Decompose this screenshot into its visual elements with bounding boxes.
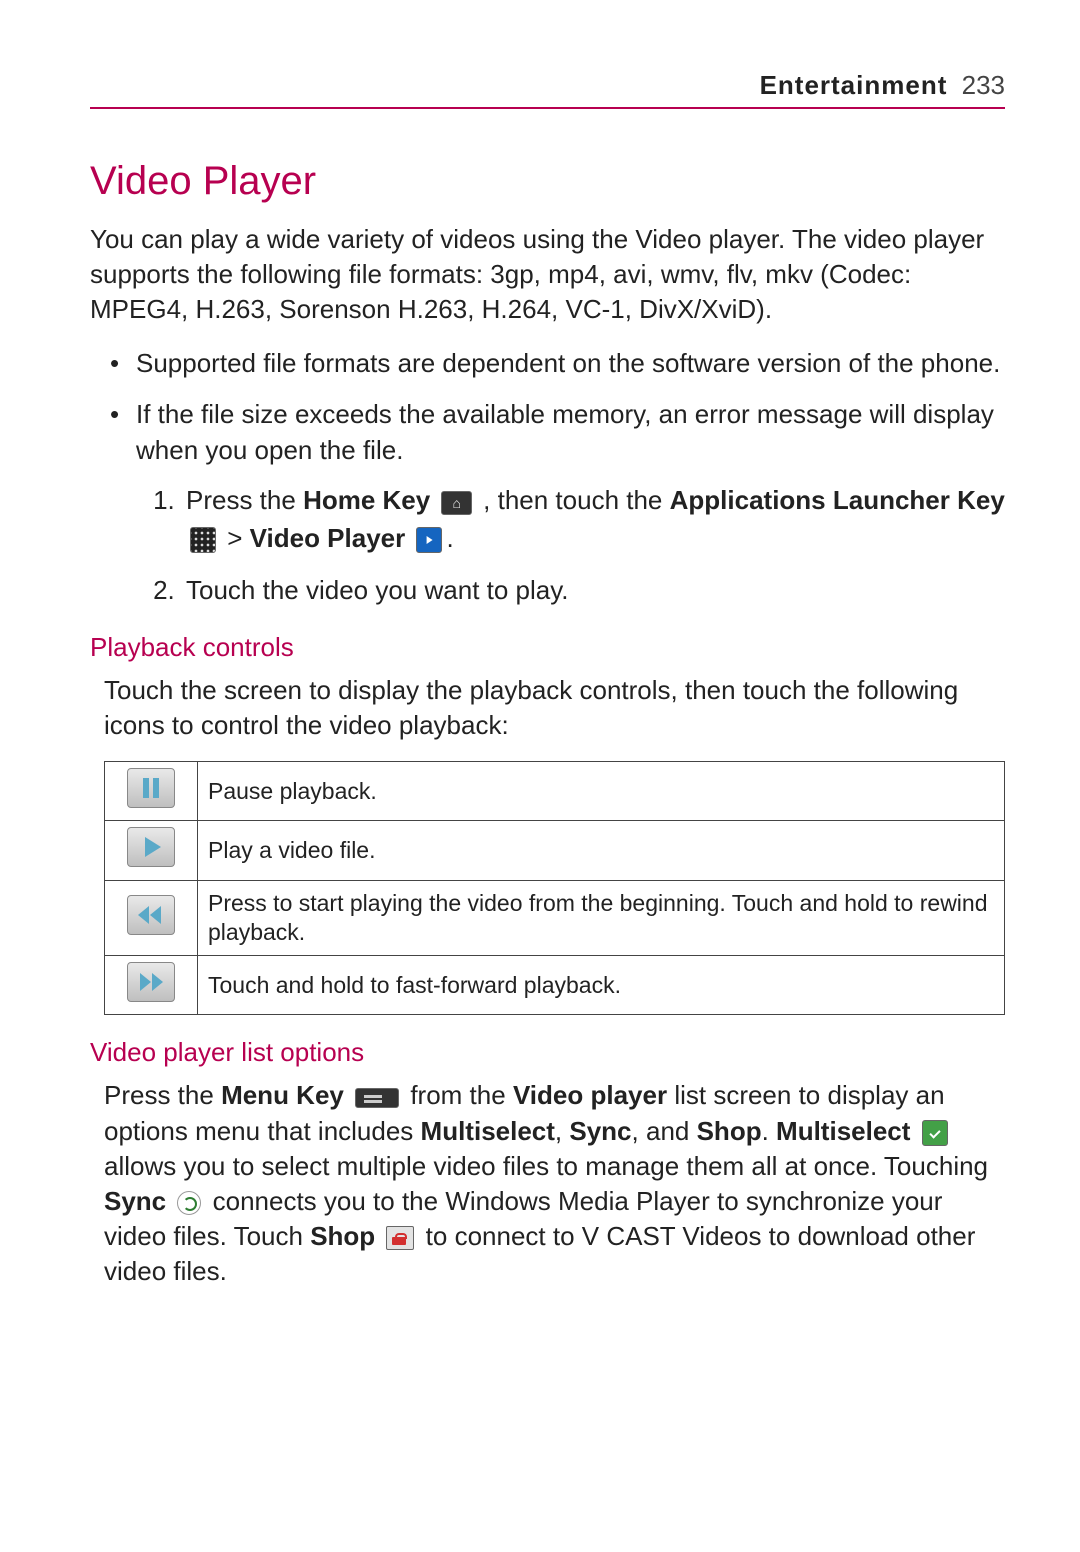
- opts-text: , and: [632, 1116, 697, 1146]
- video-player-label: Video Player: [250, 523, 406, 553]
- sync-label: Sync: [104, 1186, 166, 1216]
- icon-cell: [105, 821, 198, 881]
- apps-grid-icon: [190, 527, 216, 553]
- table-row: Pause playback.: [105, 761, 1005, 821]
- home-key-label: Home Key: [303, 485, 430, 515]
- section-title: Entertainment: [760, 70, 948, 100]
- apps-launcher-label: Applications Launcher Key: [670, 485, 1005, 515]
- list-options-section: Press the Menu Key from the Video player…: [90, 1078, 1005, 1289]
- pause-icon: [127, 768, 175, 808]
- multiselect-label: Multiselect: [421, 1116, 555, 1146]
- step-text: .: [446, 523, 453, 553]
- step-text: Press the: [186, 485, 303, 515]
- home-key-icon: ⌂: [441, 491, 471, 515]
- page-header: Entertainment 233: [90, 70, 1005, 109]
- shop-icon: [386, 1226, 414, 1250]
- icon-cell: [105, 761, 198, 821]
- playback-controls-para: Touch the screen to display the playback…: [104, 673, 1005, 743]
- opts-text: allows you to select multiple video file…: [104, 1151, 988, 1181]
- video-player-label: Video player: [513, 1080, 667, 1110]
- control-description: Press to start playing the video from th…: [198, 881, 1005, 956]
- video-player-icon: [416, 527, 442, 553]
- step-item: Touch the video you want to play.: [182, 572, 1005, 610]
- playback-controls-heading: Playback controls: [90, 632, 1005, 663]
- opts-text: .: [762, 1116, 776, 1146]
- opts-text: Press the: [104, 1080, 221, 1110]
- opts-text: ,: [555, 1116, 569, 1146]
- control-description: Play a video file.: [198, 821, 1005, 881]
- multiselect-icon: [922, 1120, 948, 1146]
- rewind-icon: [127, 895, 175, 935]
- multiselect-label: Multiselect: [776, 1116, 910, 1146]
- play-icon: [127, 827, 175, 867]
- step-item: Press the Home Key ⌂ , then touch the Ap…: [182, 482, 1005, 557]
- notes-list: Supported file formats are dependent on …: [90, 345, 1005, 468]
- playback-controls-section: Touch the screen to display the playback…: [90, 673, 1005, 1016]
- icon-cell: [105, 955, 198, 1015]
- table-row: Play a video file.: [105, 821, 1005, 881]
- step-text: >: [220, 523, 250, 553]
- table-row: Press to start playing the video from th…: [105, 881, 1005, 956]
- steps-list: Press the Home Key ⌂ , then touch the Ap…: [90, 482, 1005, 609]
- control-description: Touch and hold to fast-forward playback.: [198, 955, 1005, 1015]
- sync-label: Sync: [569, 1116, 631, 1146]
- intro-paragraph: You can play a wide variety of videos us…: [90, 222, 1005, 327]
- list-options-heading: Video player list options: [90, 1037, 1005, 1068]
- step-text: , then touch the: [476, 485, 670, 515]
- note-item: If the file size exceeds the available m…: [118, 396, 1005, 469]
- shop-label: Shop: [310, 1221, 375, 1251]
- page-number: 233: [962, 70, 1005, 100]
- icon-cell: [105, 881, 198, 956]
- list-options-para: Press the Menu Key from the Video player…: [104, 1078, 1005, 1289]
- shop-label: Shop: [697, 1116, 762, 1146]
- table-row: Touch and hold to fast-forward playback.: [105, 955, 1005, 1015]
- note-item: Supported file formats are dependent on …: [118, 345, 1005, 381]
- menu-key-label: Menu Key: [221, 1080, 344, 1110]
- page-title: Video Player: [90, 159, 1005, 204]
- fast-forward-icon: [127, 962, 175, 1002]
- manual-page: Entertainment 233 Video Player You can p…: [0, 0, 1080, 1552]
- menu-key-icon: [355, 1088, 399, 1108]
- opts-text: from the: [403, 1080, 513, 1110]
- playback-controls-table: Pause playback. Play a video file. Press…: [104, 761, 1005, 1016]
- sync-icon: [177, 1191, 201, 1215]
- control-description: Pause playback.: [198, 761, 1005, 821]
